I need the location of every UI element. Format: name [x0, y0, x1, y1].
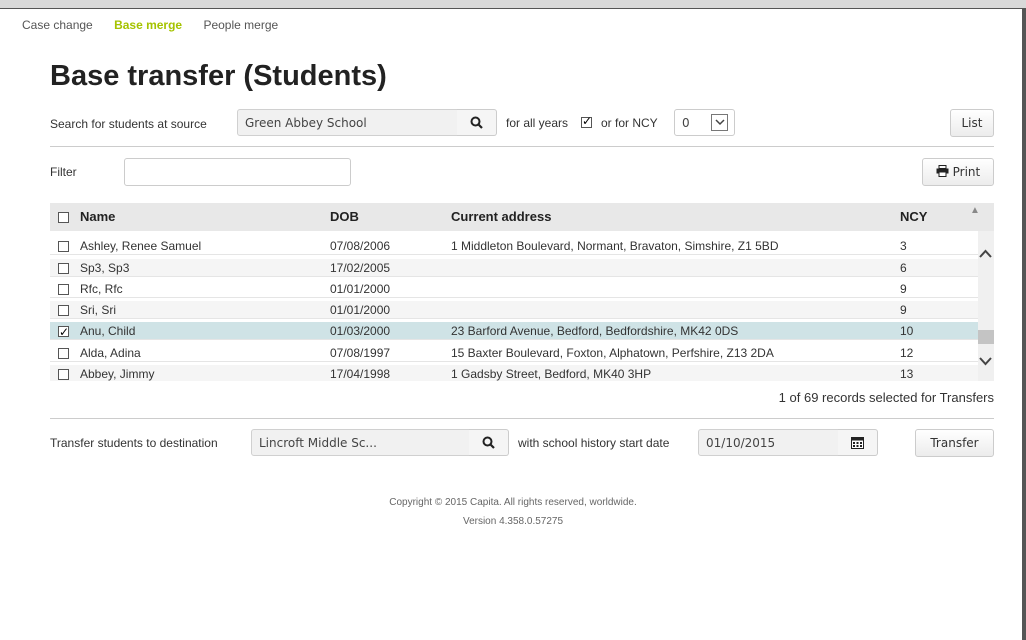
- row-checkbox[interactable]: [58, 284, 69, 296]
- cell-ncy: 9: [900, 282, 907, 296]
- cell-address: 23 Barford Avenue, Bedford, Bedfordshire…: [451, 324, 739, 338]
- column-header-dob[interactable]: DOB: [330, 203, 359, 231]
- table-row[interactable]: Abbey, Jimmy 17/04/1998 1 Gadsby Street,…: [50, 365, 978, 381]
- ncy-value: 0: [682, 116, 690, 130]
- destination-search-button[interactable]: [469, 429, 509, 456]
- search-icon: [470, 116, 483, 129]
- cell-address: 1 Middleton Boulevard, Normant, Bravaton…: [451, 239, 779, 253]
- search-label: Search for students at source: [50, 117, 207, 131]
- start-date-input[interactable]: 01/10/2015: [698, 429, 839, 456]
- print-label: Print: [952, 165, 981, 179]
- cell-name: Anu, Child: [80, 324, 136, 338]
- ncy-select[interactable]: 0: [674, 109, 735, 136]
- cell-address: 1 Gadsby Street, Bedford, MK40 3HP: [451, 367, 652, 381]
- students-table: Name DOB Current address NCY ▲ Ashley, R…: [50, 203, 994, 381]
- cell-dob: 17/02/2005: [330, 261, 391, 275]
- cell-name: Alda, Adina: [80, 346, 141, 360]
- cell-name: Ashley, Renee Samuel: [80, 239, 202, 253]
- divider: [50, 146, 994, 147]
- row-checkbox[interactable]: [58, 241, 69, 253]
- cell-dob: 01/03/2000: [330, 324, 391, 338]
- window-right-border: [1022, 9, 1026, 640]
- table-row[interactable]: Sp3, Sp3 17/02/2005 6: [50, 259, 978, 277]
- cell-name: Abbey, Jimmy: [80, 367, 155, 381]
- cell-ncy: 10: [900, 324, 914, 338]
- cell-ncy: 12: [900, 346, 914, 360]
- printer-icon: [936, 165, 949, 177]
- cell-ncy: 13: [900, 367, 914, 381]
- table-row-selected[interactable]: Anu, Child 01/03/2000 23 Barford Avenue,…: [50, 322, 978, 341]
- column-header-name[interactable]: Name: [80, 203, 115, 231]
- table-header: Name DOB Current address NCY ▲: [50, 203, 994, 231]
- copyright-text: Copyright © 2015 Capita. All rights rese…: [389, 497, 637, 508]
- list-button[interactable]: List: [950, 109, 994, 137]
- cell-dob: 07/08/2006: [330, 239, 391, 253]
- window-top-border: [0, 0, 1026, 9]
- cell-dob: 07/08/1997: [330, 346, 391, 360]
- table-row[interactable]: Rfc, Rfc 01/01/2000 9: [50, 280, 978, 298]
- row-checkbox[interactable]: [58, 369, 69, 381]
- calendar-icon: [851, 437, 864, 449]
- date-picker-button[interactable]: [838, 429, 878, 456]
- table-row[interactable]: Ashley, Renee Samuel 07/08/2006 1 Middle…: [50, 237, 978, 255]
- cell-name: Sri, Sri: [80, 303, 116, 317]
- tab-case-change[interactable]: Case change: [22, 18, 93, 32]
- cell-address: 15 Baxter Boulevard, Foxton, Alphatown, …: [451, 346, 774, 360]
- table-row[interactable]: Alda, Adina 07/08/1997 15 Baxter Bouleva…: [50, 344, 978, 362]
- transfer-button[interactable]: Transfer: [915, 429, 994, 457]
- tab-bar: Case change Base merge People merge: [22, 18, 296, 32]
- chevron-up-icon[interactable]: [979, 247, 992, 261]
- tab-base-merge[interactable]: Base merge: [114, 18, 182, 32]
- scrollbar-thumb[interactable]: [978, 330, 994, 344]
- cell-name: Sp3, Sp3: [80, 261, 130, 275]
- tab-people-merge[interactable]: People merge: [203, 18, 278, 32]
- cell-name: Rfc, Rfc: [80, 282, 123, 296]
- search-icon: [482, 436, 495, 449]
- row-checkbox[interactable]: [58, 305, 69, 317]
- source-school-input[interactable]: Green Abbey School: [237, 109, 458, 136]
- transfer-label: Transfer students to destination: [50, 436, 218, 450]
- source-search-button[interactable]: [457, 109, 497, 136]
- all-years-checkbox[interactable]: [581, 114, 592, 128]
- table-row[interactable]: Sri, Sri 01/01/2000 9: [50, 301, 978, 319]
- cell-dob: 01/01/2000: [330, 282, 391, 296]
- row-checkbox[interactable]: [58, 323, 69, 341]
- row-checkbox[interactable]: [58, 263, 69, 275]
- all-years-label: for all years: [506, 116, 569, 130]
- select-all-checkbox[interactable]: [58, 212, 69, 224]
- column-header-address[interactable]: Current address: [451, 203, 551, 231]
- cell-ncy: 6: [900, 261, 907, 275]
- row-checkbox[interactable]: [58, 348, 69, 360]
- cell-ncy: 9: [900, 303, 907, 317]
- print-button[interactable]: Print: [922, 158, 994, 186]
- ncy-label: or for NCY: [601, 116, 658, 130]
- filter-input[interactable]: [124, 158, 351, 186]
- filter-label: Filter: [50, 165, 77, 179]
- chevron-down-icon[interactable]: [979, 355, 992, 369]
- scroll-top-icon[interactable]: ▲: [970, 203, 980, 225]
- cell-ncy: 3: [900, 239, 907, 253]
- records-count: 1 of 69 records selected for Transfers: [778, 390, 994, 405]
- cell-dob: 01/01/2000: [330, 303, 391, 317]
- divider: [50, 418, 994, 419]
- cell-dob: 17/04/1998: [330, 367, 391, 381]
- start-date-label: with school history start date: [518, 436, 670, 450]
- page-title: Base transfer (Students): [50, 60, 387, 92]
- version-text: Version 4.358.0.57275: [462, 516, 564, 527]
- column-header-ncy[interactable]: NCY: [900, 203, 927, 231]
- chevron-down-icon[interactable]: [711, 114, 728, 131]
- destination-school-input[interactable]: Lincroft Middle Sc...: [251, 429, 470, 456]
